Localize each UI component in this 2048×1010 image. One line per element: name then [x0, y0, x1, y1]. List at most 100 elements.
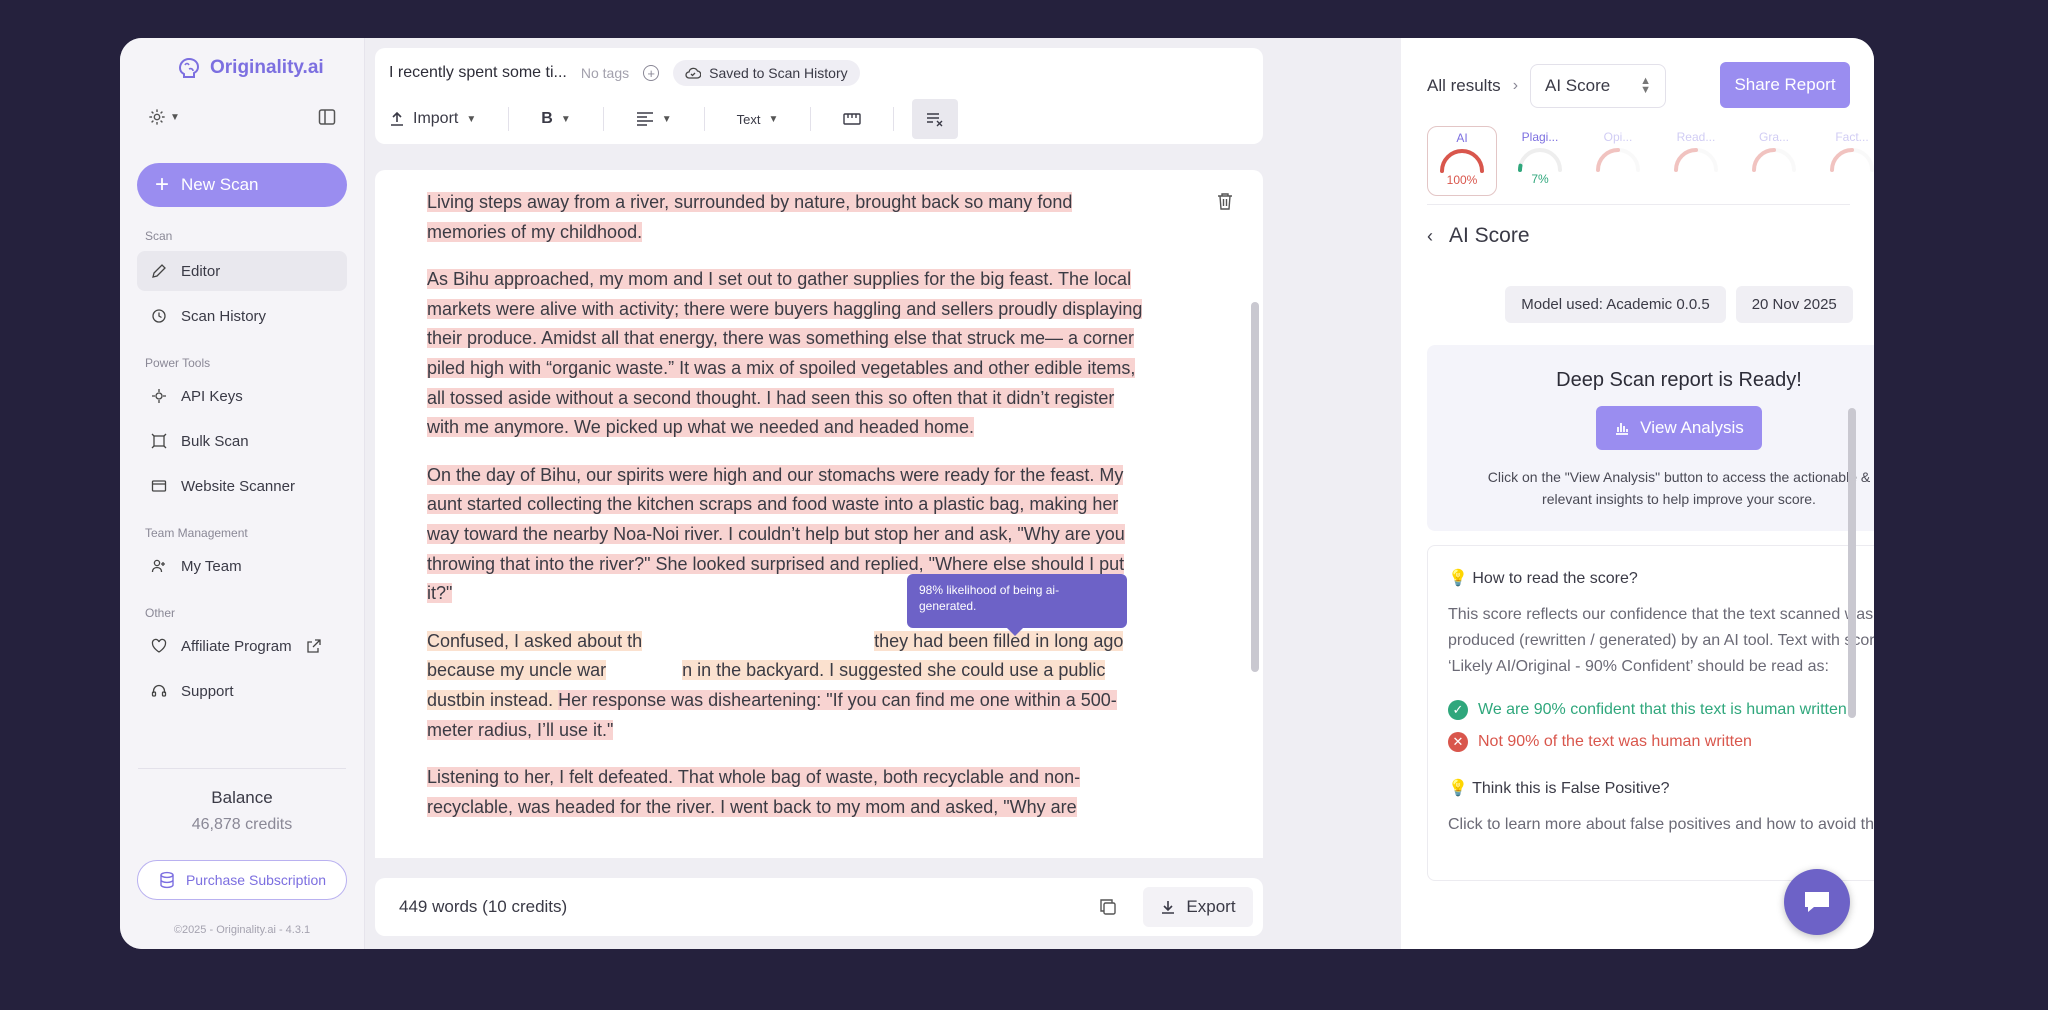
all-results-link[interactable]: All results [1427, 76, 1501, 96]
score-gauge-tab[interactable]: Plagi... 7% [1505, 126, 1575, 196]
bold-dropdown[interactable]: B ▼ [527, 99, 584, 139]
gauge-value: 7% [1531, 172, 1549, 186]
document-content[interactable]: Living steps away from a river, surround… [375, 170, 1263, 858]
score-details[interactable]: Model used: Academic 0.0.5 20 Nov 2025 D… [1427, 276, 1874, 949]
editor-footer: 449 words (10 credits) Export [375, 878, 1263, 936]
false-positive-heading[interactable]: 💡 Think this is False Positive? [1448, 778, 1874, 798]
section-label-other: Other [145, 606, 176, 620]
chat-support-button[interactable] [1784, 869, 1850, 935]
fp-title: Think this is False Positive? [1472, 780, 1670, 797]
back-chevron-icon[interactable]: ‹ [1427, 226, 1433, 247]
sidebar-item-my-team[interactable]: My Team [137, 546, 347, 586]
sidebar-item-support[interactable]: Support [137, 671, 347, 711]
app-window: Originality.ai ▼ + New Scan Scan Editor … [120, 38, 1874, 949]
view-analysis-button[interactable]: View Analysis [1596, 406, 1762, 450]
sidebar-item-bulk-scan[interactable]: Bulk Scan [137, 421, 347, 461]
confidence-bad-row: ✕ Not 90% of the text was human written [1448, 732, 1874, 752]
score-gauge-tab[interactable]: AI 100% [1427, 126, 1497, 196]
chevron-down-icon: ▼ [560, 113, 571, 125]
paragraph[interactable]: Confused, I asked about th they had been … [427, 627, 1147, 745]
highlighted-text: As Bihu approached, my mom and I set out… [427, 269, 1143, 438]
score-gauge-tab[interactable]: Fact... [1817, 126, 1874, 196]
sidebar-item-editor[interactable]: Editor [137, 251, 347, 291]
add-user-icon [151, 559, 165, 573]
paragraph[interactable]: Living steps away from a river, surround… [427, 188, 1147, 247]
highlighted-text: Confused, I asked about th [427, 630, 643, 651]
section-label-scan: Scan [145, 229, 173, 243]
settings-menu[interactable]: ▼ [148, 108, 180, 126]
deep-scan-title: Deep Scan report is Ready! [1556, 369, 1802, 391]
sidebar-item-label: Scan History [181, 307, 267, 325]
ruler-icon [843, 113, 862, 125]
sidebar-item-label: Editor [181, 262, 221, 280]
align-dropdown[interactable]: ▼ [622, 99, 686, 139]
section-title: AI Score [1449, 224, 1530, 247]
paragraph[interactable]: Listening to her, I felt defeated. That … [427, 763, 1147, 822]
text-style-label: Text [736, 111, 761, 127]
logo[interactable]: Originality.ai [174, 56, 324, 80]
bold-label: B [541, 110, 553, 127]
sidebar-item-scan-history[interactable]: Scan History [137, 296, 347, 336]
toolbar-divider [703, 107, 705, 131]
paragraph[interactable]: As Bihu approached, my mom and I set out… [427, 265, 1147, 443]
chevron-down-icon: ▼ [170, 111, 180, 123]
score-gauge-tab[interactable]: Read... [1661, 126, 1731, 196]
score-gauge-tab[interactable]: Gra... [1739, 126, 1809, 196]
howto-heading: 💡 How to read the score? [1448, 568, 1874, 588]
format-toolbar: Import ▼ B ▼ ▼ Text ▼ [389, 99, 959, 139]
toolbar-divider [810, 107, 812, 131]
sidebar-item-api-keys[interactable]: API Keys [137, 376, 347, 416]
new-scan-button[interactable]: + New Scan [137, 163, 347, 207]
chevron-down-icon: ▼ [661, 113, 672, 125]
section-label-power-tools: Power Tools [145, 356, 211, 370]
cloud-check-icon [685, 67, 702, 79]
gauge-arc [1752, 148, 1796, 172]
x-circle-icon: ✕ [1448, 732, 1468, 752]
brain-logo-icon [178, 57, 200, 78]
toolbar-divider [893, 107, 895, 131]
history-icon [152, 309, 166, 323]
no-tags-label: No tags [580, 65, 630, 81]
clear-format-button[interactable] [912, 99, 959, 139]
toolbar-divider [602, 107, 604, 131]
section-header: ‹ AI Score [1427, 224, 1530, 248]
upload-icon [391, 111, 403, 126]
sidebar-controls: ▼ [148, 108, 336, 126]
sidebar-item-affiliate[interactable]: Affiliate Program [137, 626, 347, 666]
score-type-select[interactable]: AI Score ▲ ▼ [1530, 64, 1667, 108]
chat-icon [1805, 892, 1829, 912]
panel-scrollbar[interactable] [1848, 408, 1856, 718]
chevron-down-icon: ▼ [466, 113, 477, 125]
editor-scrollbar[interactable] [1251, 302, 1259, 672]
add-tag-icon[interactable]: + [643, 65, 660, 81]
toolbar-divider [508, 107, 510, 131]
sidebar-item-label: My Team [181, 557, 242, 575]
trash-icon[interactable] [1217, 192, 1233, 210]
word-count: 449 words (10 credits) [399, 897, 568, 916]
collapse-sidebar-icon[interactable] [318, 108, 336, 126]
website-icon [151, 480, 167, 492]
updown-icon: ▲ ▼ [1640, 75, 1652, 96]
copy-icon[interactable] [1099, 898, 1117, 916]
section-label-team: Team Management [145, 526, 248, 540]
purchase-subscription-button[interactable]: Purchase Subscription [137, 860, 347, 900]
meta-row: Model used: Academic 0.0.5 20 Nov 2025 [1427, 286, 1874, 323]
score-gauge-tab[interactable]: Opi... [1583, 126, 1653, 196]
results-header: All results › AI Score ▲ ▼ [1427, 64, 1667, 108]
export-button[interactable]: Export [1143, 887, 1253, 927]
text-style-dropdown[interactable]: Text ▼ [723, 99, 793, 139]
import-button[interactable]: Import ▼ [389, 99, 490, 139]
document-text[interactable]: Living steps away from a river, surround… [427, 188, 1147, 840]
ruler-button[interactable] [829, 99, 875, 139]
sidebar-item-label: Bulk Scan [181, 432, 249, 450]
highlighted-text: Living steps away from a river, surround… [427, 192, 1073, 242]
headset-icon [151, 684, 167, 697]
document-title[interactable]: I recently spent some ti... [389, 64, 567, 82]
lightbulb-icon: 💡 [1448, 570, 1468, 587]
share-report-button[interactable]: Share Report [1720, 62, 1850, 108]
gear-icon [149, 109, 165, 125]
sidebar-item-label: Website Scanner [181, 477, 295, 495]
score-gauges: AI 100% Plagi... 7% Opi... Read... Gra... Fact.… [1427, 126, 1874, 196]
external-link-icon [306, 639, 321, 653]
sidebar-item-website-scanner[interactable]: Website Scanner [137, 466, 347, 506]
